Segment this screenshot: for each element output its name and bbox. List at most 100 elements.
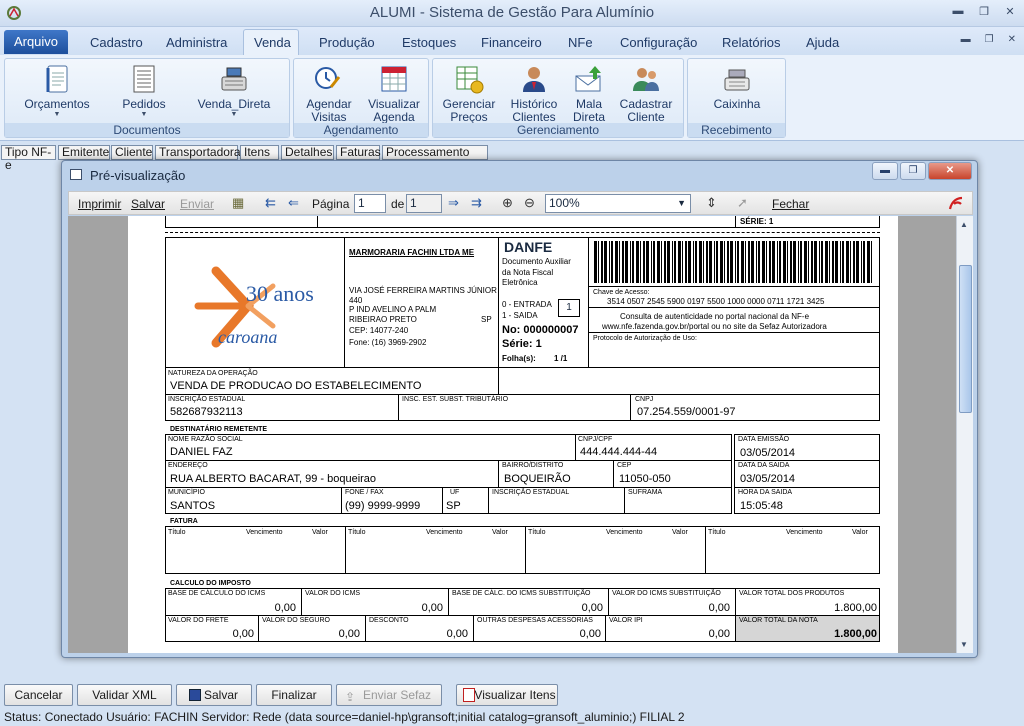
uf-label: UF [450, 489, 460, 496]
barcode-bar [856, 241, 859, 283]
municipio-value: SANTOS [170, 500, 216, 512]
caixinha-button[interactable]: Caixinha [702, 61, 772, 111]
view-items-button[interactable]: Visualizar Itens [456, 684, 558, 706]
barcode [594, 241, 872, 283]
tab-tipo-nfe[interactable]: Tipo NF-e [1, 145, 56, 172]
chevron-down-icon: ▼ [677, 198, 686, 208]
dialog-minimize-icon[interactable]: ▬ [872, 162, 898, 180]
barcode-bar [682, 241, 683, 283]
zoom-out-icon[interactable]: ⊖ [524, 195, 535, 211]
folha-label: Folha(s): [502, 354, 536, 363]
barcode-bar [672, 241, 673, 283]
fatura-col-vencimento-3: Vencimento [606, 529, 643, 536]
agendar-visitas-button[interactable]: Agendar Visitas [300, 61, 358, 124]
dialog-restore-icon[interactable]: ❐ [900, 162, 926, 180]
page-input[interactable]: 1 [354, 194, 386, 213]
menu-nfe[interactable]: NFe [568, 35, 593, 50]
barcode-bar [814, 241, 817, 283]
save-button[interactable]: Salvar [176, 684, 252, 706]
tab-transportadora[interactable]: Transportadora [155, 145, 241, 160]
menu-venda[interactable]: Venda [254, 35, 291, 50]
dest-section: DESTINATÁRIO REMETENTE [170, 426, 268, 433]
scroll-down-icon[interactable]: ▼ [960, 640, 968, 649]
barcode-bar [829, 241, 830, 283]
last-page-icon[interactable]: ⇉ [471, 195, 482, 211]
tab-detalhes[interactable]: Detalhes [281, 145, 334, 160]
close-icon[interactable]: ✕ [1004, 5, 1016, 18]
menu-estoques[interactable]: Estoques [402, 35, 456, 50]
zoom-select[interactable]: 100% ▼ [545, 194, 691, 213]
menu-financeiro[interactable]: Financeiro [481, 35, 542, 50]
scrollbar-thumb[interactable] [959, 265, 972, 413]
menu-producao[interactable]: Produção [319, 35, 375, 50]
fatura-col-titulo-3: Título [528, 529, 546, 536]
menu-ajuda[interactable]: Ajuda [806, 35, 839, 50]
export-icon[interactable]: ▦ [232, 195, 244, 211]
barcode-bar [630, 241, 631, 283]
menu-arquivo[interactable]: Arquivo [4, 30, 68, 54]
mdi-close-icon[interactable]: ✕ [1008, 34, 1016, 45]
close-preview-button[interactable]: Fechar [772, 197, 809, 211]
barcode-bar [699, 241, 702, 283]
tab-emitente[interactable]: Emitente [58, 145, 110, 160]
finish-button[interactable]: Finalizar [256, 684, 332, 706]
menu-administra[interactable]: Administra [166, 35, 227, 50]
send-sefaz-button[interactable]: ⇪ Enviar Sefaz [336, 684, 442, 706]
logo-years-text: 30 anos [246, 281, 314, 306]
danfe-subtitle-2: da Nota Fiscal [502, 268, 554, 277]
form-tabs: Tipo NF-e Emitente Cliente Transportador… [0, 143, 1024, 172]
mdi-restore-icon[interactable]: ❐ [985, 34, 994, 45]
barcode-bar [867, 241, 870, 283]
tab-cliente[interactable]: Cliente [111, 145, 153, 160]
gerenciar-precos-button[interactable]: Gerenciar Preços [439, 61, 499, 124]
emissao-value: 03/05/2014 [740, 447, 796, 459]
barcode-bar [846, 241, 849, 283]
menu-cadastro[interactable]: Cadastro [90, 35, 143, 50]
barcode-bar [594, 241, 597, 283]
prev-page-icon[interactable]: ⇐ [288, 195, 299, 211]
nf-number: No: 000000007 [502, 324, 579, 336]
total-nota-label: VALOR TOTAL DA NOTA [739, 617, 818, 624]
minimize-icon[interactable]: ▬ [952, 5, 964, 18]
municipio-label: MUNICÍPIO [168, 489, 205, 496]
next-page-icon[interactable]: ⇒ [448, 195, 459, 211]
barcode-bar [674, 241, 676, 283]
barcode-bar [636, 241, 639, 283]
barcode-bar [863, 241, 865, 283]
fone-label: FONE / FAX [345, 489, 384, 496]
mala-direta-button[interactable]: Mala Direta [567, 61, 611, 124]
save-report-button[interactable]: Salvar [131, 197, 165, 211]
menu-configuracao[interactable]: Configuração [620, 35, 697, 50]
dialog-close-icon[interactable]: ✕ [928, 162, 972, 180]
window-title: ALUMI - Sistema de Gestão Para Alumínio [369, 4, 655, 21]
barcode-bar [783, 241, 786, 283]
scroll-up-icon[interactable]: ▲ [960, 220, 968, 229]
menu-relatorios[interactable]: Relatórios [722, 35, 781, 50]
tab-faturas[interactable]: Faturas [336, 145, 381, 160]
cadastrar-cliente-button[interactable]: Cadastrar Cliente [615, 61, 677, 124]
pedidos-button[interactable]: Pedidos ▼ [109, 61, 179, 119]
zoom-in-icon[interactable]: ⊕ [502, 195, 513, 211]
historico-clientes-button[interactable]: Histórico Clientes [503, 61, 565, 124]
barcode-bar [779, 241, 781, 283]
action-bar: Cancelar Validar XML Salvar Finalizar ⇪ … [0, 683, 1024, 707]
valor-st-label: VALOR DO ICMS SUBSTITUIÇÃO [612, 590, 721, 597]
send-report-button[interactable]: Enviar [180, 197, 214, 211]
mdi-minimize-icon[interactable]: ▬ [961, 34, 971, 45]
tab-itens[interactable]: Itens [240, 145, 279, 160]
orcamentos-button[interactable]: Orçamentos ▼ [21, 61, 93, 119]
pointer-icon[interactable]: ➚ [737, 195, 748, 211]
fit-page-icon[interactable]: ⇕ [706, 195, 717, 211]
first-page-icon[interactable]: ⇇ [265, 195, 276, 211]
restore-icon[interactable]: ❐ [978, 5, 990, 18]
tab-processamento-lote[interactable]: Processamento Lote [382, 145, 488, 172]
calendar-icon [381, 66, 407, 92]
cancel-button[interactable]: Cancelar [4, 684, 73, 706]
danfe-page: SÉRIE: 1 30 anos caroana MARMORARIA FACH… [128, 216, 898, 653]
barcode-bar [748, 241, 750, 283]
visualizar-agenda-button[interactable]: Visualizar Agenda [364, 61, 424, 124]
vertical-scrollbar[interactable]: ▲ ▼ [956, 216, 973, 653]
print-button[interactable]: Imprimir [78, 197, 121, 211]
venda-direta-button[interactable]: Venda_Direta ▼ [195, 61, 273, 119]
validate-xml-button[interactable]: Validar XML [77, 684, 172, 706]
